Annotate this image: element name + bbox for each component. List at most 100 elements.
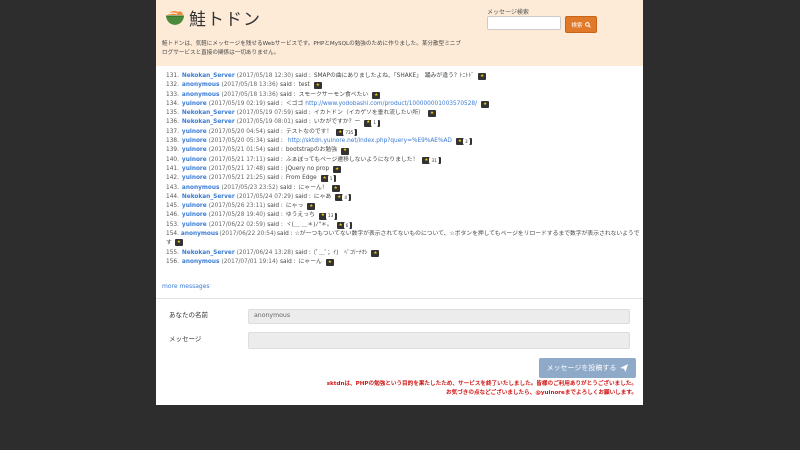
message-user-link[interactable]: yuinore <box>182 137 207 146</box>
message-date: (2017/05/28 19:40) <box>208 212 266 219</box>
message-said: said : <box>267 221 283 228</box>
message-body: test <box>298 82 310 89</box>
favorite-button[interactable]: ★ <box>372 91 381 99</box>
message-text: test <box>299 81 310 90</box>
star-icon: ★ <box>373 250 378 256</box>
favorite-button[interactable]: ★ 1 <box>364 118 380 128</box>
favorite-button[interactable]: ★ <box>428 110 437 118</box>
message-user-link[interactable]: Nekokan_Server <box>182 72 235 81</box>
message-user-link[interactable]: yuinore <box>182 156 207 165</box>
message-said: said : <box>267 165 283 172</box>
search-button[interactable]: 検索 <box>565 16 597 33</box>
message-row: 156. anonymous (2017/07/01 19:14) said : にゃー… <box>166 258 641 267</box>
message-url-link[interactable]: http://www.yodobashi.com/product/1000000… <box>305 101 477 107</box>
star-icon: ★ <box>335 166 340 172</box>
favorite-button[interactable]: ★ <box>481 101 490 109</box>
message-number: 156. <box>166 258 179 265</box>
post-message-button[interactable]: メッセージを投稿する <box>539 358 636 378</box>
message-body: いかがですか？ー <box>313 119 361 126</box>
message-number: 139. <box>166 147 179 154</box>
post-button-label: メッセージを投稿する <box>546 364 617 372</box>
message-input[interactable] <box>248 332 630 349</box>
message-text: ヾ(＿ ＿＊)ﾉ"＊。 <box>286 221 333 230</box>
message-user-link[interactable]: yuinore <box>182 128 207 137</box>
favorite-button[interactable]: ★ 1 <box>320 174 337 184</box>
message-date: (2017/05/19 07:59) <box>236 110 294 117</box>
name-input[interactable]: anonymous <box>248 309 630 324</box>
favorite-button[interactable]: ★ <box>341 147 350 155</box>
message-said: said : <box>267 128 283 135</box>
message-body: bootstrapのお勉強 <box>285 147 338 154</box>
favorite-button[interactable]: ★ <box>313 82 322 90</box>
search-input[interactable] <box>487 16 561 30</box>
favorite-button[interactable]: ★ <box>307 203 316 211</box>
message-user-link[interactable]: yuinore <box>182 100 207 109</box>
message-body: にゃっ <box>285 203 304 210</box>
message-number: 142. <box>166 175 179 182</box>
message-row: 154. anonymous(2017/06/22 20:54)said : ☆が一… <box>166 230 641 249</box>
star-icon: ★ <box>343 148 348 154</box>
message-date: (2017/05/23 23:52) <box>221 184 278 191</box>
star-icon: ★ <box>333 185 338 191</box>
message-row: 138. yuinore (2017/05/20 05:34) said : http:… <box>166 137 641 147</box>
message-date: (2017/05/19 08:01) <box>236 119 294 126</box>
message-user-link[interactable]: yuinore <box>182 165 207 174</box>
message-user-link[interactable]: anonymous <box>182 81 220 90</box>
favorite-button[interactable]: ★ <box>174 239 183 247</box>
message-body: スモークサーモン食べたい <box>298 91 369 98</box>
message-user-link[interactable]: yuinore <box>182 221 207 230</box>
message-user-link[interactable]: anonymous <box>182 184 220 193</box>
message-user-link[interactable]: Nekokan_Server <box>182 118 235 127</box>
message-date: (2017/05/21 17:11) <box>208 156 266 163</box>
message-date: (2017/06/22 02:59) <box>208 221 266 228</box>
message-number: 134. <box>166 100 179 107</box>
favorite-button[interactable]: ★ <box>371 249 380 257</box>
message-user-link[interactable]: yuinore <box>182 146 207 155</box>
message-body: ゆうえっち <box>285 212 315 219</box>
message-url-link[interactable]: http://sktdn.yuinore.net/index.php?query… <box>288 138 452 144</box>
message-date: (2017/05/18 12:30) <box>236 73 294 79</box>
message-user-link[interactable]: anonymous <box>182 91 220 100</box>
message-body: jQuery no prop <box>285 165 330 172</box>
message-date: (2017/05/20 04:54) <box>208 128 266 135</box>
message-row: 144. Nekokan_Server (2017/05/24 07:29) said… <box>166 192 641 203</box>
message-user-link[interactable]: Nekokan_Server <box>182 109 235 118</box>
favorite-button[interactable]: ★ 735 <box>336 127 358 138</box>
message-number: 135. <box>166 110 179 117</box>
message-row: 137. yuinore (2017/05/20 04:54) said : テストなの… <box>166 127 641 138</box>
message-text: にゃあ <box>314 193 331 202</box>
message-text: SMAPの曲にありましたよね、「SHAKE」 踊みが違う？ﾄﾆﾄﾄﾞ <box>314 72 474 81</box>
star-icon: ★ <box>374 92 379 98</box>
message-user-link[interactable]: yuinore <box>182 211 207 220</box>
favorite-button[interactable]: ★ <box>333 166 342 174</box>
favorite-button[interactable]: ★ 4 <box>335 192 351 203</box>
salmon-bowl-logo-icon <box>166 11 184 25</box>
message-user-link[interactable]: yuinore <box>182 174 207 183</box>
message-said: said : <box>295 193 311 200</box>
message-user-link[interactable]: yuinore <box>182 202 207 211</box>
more-messages-link[interactable]: more messages <box>162 283 210 290</box>
message-user-link[interactable]: anonymous <box>181 231 219 237</box>
message-date: (2017/07/01 19:14) <box>221 258 278 265</box>
message-text: http://sktdn.yuinore.net/index.php?query… <box>286 137 452 146</box>
search-label: メッセージ検索 <box>487 9 529 16</box>
message-number: 154. <box>166 231 179 238</box>
favorite-button[interactable]: ★ 3 <box>455 137 472 147</box>
message-number: 153. <box>166 221 179 228</box>
message-user-link[interactable]: Nekokan_Server <box>182 249 235 258</box>
favorite-button[interactable]: ★ 6 <box>336 220 353 231</box>
favorite-button[interactable]: ★ 31 <box>422 155 441 165</box>
favorite-button[interactable]: ★ 13 <box>318 211 338 221</box>
message-body: From Edge <box>285 175 317 182</box>
message-text: にゃっ <box>286 202 303 211</box>
notice-line-1: sktdnは、PHPの勉強という目的を果たしたため、サービスを終了いたしました。… <box>326 381 637 387</box>
paper-plane-icon <box>620 364 629 372</box>
favorite-button[interactable]: ★ <box>325 259 334 267</box>
message-body: にゃーん <box>298 258 322 265</box>
favorite-button[interactable]: ★ <box>478 73 487 81</box>
message-body: にゃあ <box>313 193 332 200</box>
message-user-link[interactable]: Nekokan_Server <box>182 193 235 202</box>
message-user-link[interactable]: anonymous <box>182 258 220 267</box>
message-date: (2017/06/24 13:28) <box>236 249 294 256</box>
favorite-button[interactable]: ★ <box>331 184 340 192</box>
